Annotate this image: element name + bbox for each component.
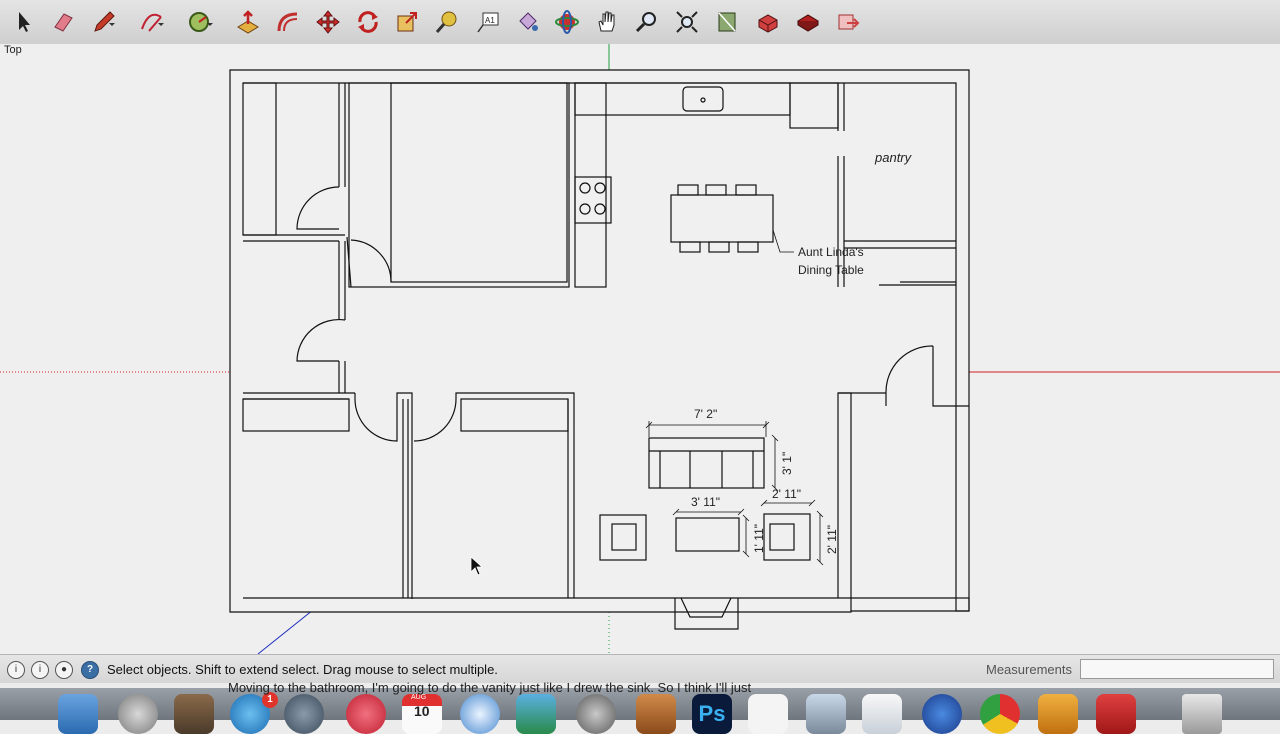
select-arrow-icon (19, 12, 30, 32)
user-account-icon[interactable]: ● (55, 661, 73, 679)
pan-hand-icon (598, 11, 615, 32)
itunes-icon[interactable] (346, 694, 386, 734)
share-model-button[interactable] (832, 6, 864, 38)
trash-icon[interactable] (1182, 694, 1222, 734)
components-button[interactable] (752, 6, 784, 38)
status-bar: i i ● ? Select objects. Shift to extend … (0, 654, 1280, 683)
rotate-tool-button[interactable] (352, 6, 384, 38)
sketchup-icon[interactable] (1096, 694, 1136, 734)
share-model-icon (838, 14, 860, 30)
chair-depth-dimension: 2' 11" (825, 525, 839, 554)
move-icon (316, 10, 340, 34)
floor-plan-drawing[interactable]: pantry Aunt Linda's Dining Table 7' 2" 3… (0, 44, 1280, 654)
measurements-label: Measurements (986, 662, 1072, 677)
move-tool-button[interactable] (312, 6, 344, 38)
zoom-icon (635, 12, 656, 33)
paint-bucket-tool-button[interactable] (512, 6, 544, 38)
photoshop-icon[interactable]: Ps (692, 694, 732, 734)
text-tool-button[interactable]: A1 (472, 6, 504, 38)
coffee-table-width-dimension: 3' 11" (691, 495, 720, 509)
pan-tool-button[interactable] (591, 6, 623, 38)
modeling-viewport[interactable]: Top pantry Aunt Linda's Dining Table 7' … (0, 44, 1280, 654)
safari-icon[interactable] (460, 694, 500, 734)
extension-warehouse-button[interactable] (792, 6, 824, 38)
rotate-icon (358, 11, 378, 33)
pages-icon[interactable] (1038, 694, 1078, 734)
circle-shape-icon (189, 12, 213, 32)
3d-warehouse-button[interactable] (711, 6, 743, 38)
preview-icon[interactable] (806, 694, 846, 734)
line-tool-button[interactable] (88, 6, 120, 38)
pencil-icon (94, 11, 115, 32)
paint-bucket-icon (519, 12, 538, 31)
push-pull-tool-button[interactable] (232, 6, 264, 38)
calendar-day: 10 (414, 703, 430, 719)
chair-width-dimension: 2' 11" (772, 487, 801, 501)
measurements-input[interactable] (1080, 659, 1274, 679)
video-caption: Moving to the bathroom, I'm going to do … (228, 680, 752, 695)
launchpad-icon[interactable] (118, 694, 158, 734)
arc-tool-button[interactable] (136, 6, 168, 38)
iphoto-icon[interactable] (516, 694, 556, 734)
zoom-extents-icon (676, 11, 698, 33)
eraser-icon (54, 13, 73, 32)
svg-text:A1: A1 (485, 16, 495, 25)
calendar-icon[interactable]: AUG 10 (402, 694, 442, 734)
warehouse-icon (718, 12, 736, 32)
geo-location-icon[interactable]: i (7, 661, 25, 679)
toolbar: A1 (0, 0, 1280, 45)
scale-icon (397, 12, 417, 32)
offset-tool-button[interactable] (272, 6, 304, 38)
extension-icon (797, 14, 819, 32)
finder-icon[interactable] (58, 694, 98, 734)
tape-measure-tool-button[interactable] (431, 6, 463, 38)
tape-measure-icon (435, 11, 457, 33)
sofa-width-dimension: 7' 2" (694, 407, 717, 421)
shape-tool-button[interactable] (184, 6, 216, 38)
select-tool-button[interactable] (8, 6, 40, 38)
arc-icon (141, 13, 164, 32)
sofa-depth-dimension: 3' 1" (780, 452, 794, 475)
network-icon[interactable] (922, 694, 962, 734)
push-pull-icon (237, 10, 259, 34)
chrome-icon[interactable] (980, 694, 1020, 734)
pantry-label: pantry (874, 150, 913, 165)
system-preferences-icon[interactable] (576, 694, 616, 734)
orbit-icon (555, 10, 579, 34)
image-capture-icon[interactable] (174, 694, 214, 734)
scale-tool-button[interactable] (391, 6, 423, 38)
zoom-extents-tool-button[interactable] (671, 6, 703, 38)
dining-table-label-line1: Aunt Linda's (798, 245, 864, 259)
help-icon[interactable]: ? (81, 661, 99, 679)
calendar-month: AUG (411, 694, 427, 701)
text-tool-icon: A1 (477, 12, 499, 33)
figma-icon[interactable] (748, 694, 788, 734)
offset-icon (277, 12, 298, 32)
components-icon (758, 14, 778, 33)
dining-table-label-line2: Dining Table (798, 263, 864, 277)
status-message: Select objects. Shift to extend select. … (107, 662, 498, 677)
textedit-icon[interactable] (862, 694, 902, 734)
zoom-tool-button[interactable] (631, 6, 663, 38)
eraser-tool-button[interactable] (47, 6, 79, 38)
orbit-tool-button[interactable] (551, 6, 583, 38)
facetime-icon[interactable] (284, 694, 324, 734)
credits-icon[interactable]: i (31, 661, 49, 679)
coffee-table-depth-dimension: 1' 11" (752, 524, 766, 553)
notes-icon[interactable] (636, 694, 676, 734)
